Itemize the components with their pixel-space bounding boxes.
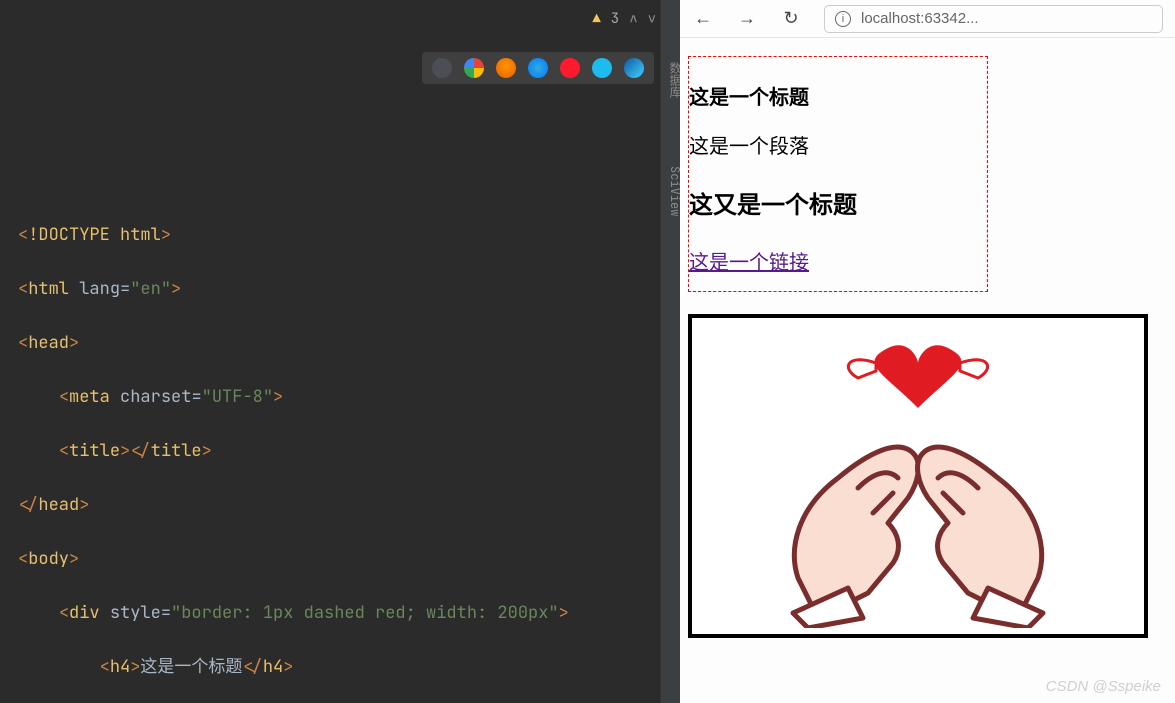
warning-count: 3 — [611, 6, 619, 33]
back-button[interactable]: ← — [692, 8, 714, 29]
dashed-border-box: 这是一个标题 这是一个段落 这又是一个标题 这是一个链接 — [688, 56, 988, 292]
code-line[interactable]: <!DOCTYPE html> — [18, 222, 680, 249]
demo-link[interactable]: 这是一个链接 — [689, 252, 809, 274]
code-line[interactable]: <body> — [18, 546, 680, 573]
heart-hands-image — [698, 328, 1138, 628]
rendered-page: 这是一个标题 这是一个段落 这又是一个标题 这是一个链接 — [680, 38, 1175, 638]
inspection-badge[interactable]: ▲ 3 ∧ ∨ — [592, 6, 656, 33]
address-bar[interactable]: i localhost:63342... — [824, 5, 1163, 33]
next-highlight-icon[interactable]: ∨ — [648, 6, 656, 33]
browser-toolbar: ← → ↻ i localhost:63342... — [680, 0, 1175, 38]
image-with-border — [688, 314, 1148, 638]
firefox-icon[interactable] — [496, 58, 516, 78]
heading-h3: 这又是一个标题 — [689, 185, 987, 220]
code-line[interactable]: <h4>这是一个标题</h4> — [18, 654, 680, 681]
code-line[interactable]: <head> — [18, 330, 680, 357]
prev-highlight-icon[interactable]: ∧ — [629, 6, 637, 33]
code-line[interactable]: <html lang="en"> — [18, 276, 680, 303]
warning-triangle-icon: ▲ — [592, 6, 600, 33]
url-text: localhost:63342... — [861, 10, 979, 27]
open-in-browser-toolbar[interactable] — [422, 52, 654, 84]
code-line[interactable]: <div style="border: 1px dashed red; widt… — [18, 600, 680, 627]
opera-icon[interactable] — [560, 58, 580, 78]
code-line[interactable]: <meta charset="UTF-8"> — [18, 384, 680, 411]
ie-icon[interactable] — [592, 58, 612, 78]
edge-icon[interactable] — [624, 58, 644, 78]
heading-h4: 这是一个标题 — [689, 81, 987, 110]
code-line[interactable]: </head> — [18, 492, 680, 519]
ide-right-sidebar[interactable]: 数据库 SciView — [660, 0, 680, 703]
ide-editor-panel[interactable]: ▲ 3 ∧ ∨ 数据库 SciView <!DOCTYPE html> <htm… — [0, 0, 680, 703]
chrome-icon[interactable] — [464, 58, 484, 78]
forward-button[interactable]: → — [736, 8, 758, 29]
reload-button[interactable]: ↻ — [780, 8, 802, 29]
browser-preview-panel: ← → ↻ i localhost:63342... 这是一个标题 这是一个段落… — [680, 0, 1175, 703]
watermark-text: CSDN @Sspeike — [1046, 678, 1161, 695]
code-line[interactable]: <title></title> — [18, 438, 680, 465]
site-info-icon[interactable]: i — [835, 11, 851, 27]
sidebar-tab-database[interactable]: 数据库 — [661, 54, 680, 98]
pycharm-icon[interactable] — [432, 58, 452, 78]
safari-icon[interactable] — [528, 58, 548, 78]
paragraph: 这是一个段落 — [689, 130, 987, 159]
sidebar-tab-sciview[interactable]: SciView — [661, 158, 680, 216]
